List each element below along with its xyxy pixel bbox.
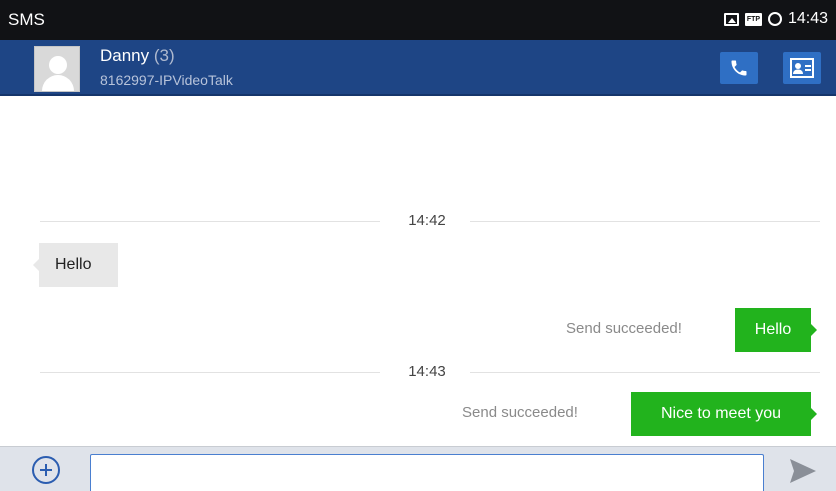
outgoing-message-row: Send succeeded! Nice to meet you — [0, 392, 836, 436]
compose-bar — [0, 446, 836, 491]
status-icons: FTP 14:43 — [723, 10, 828, 28]
send-icon — [790, 459, 816, 483]
separator-time: 14:42 — [408, 212, 446, 229]
message-input[interactable] — [90, 454, 764, 491]
incoming-message[interactable]: Hello — [33, 243, 118, 287]
contact-card-button[interactable] — [783, 52, 821, 84]
status-bar: SMS FTP 14:43 — [0, 0, 836, 40]
send-status: Send succeeded! — [462, 404, 578, 421]
separator-line — [40, 372, 380, 373]
contact-name: Danny — [100, 46, 150, 65]
phone-icon — [731, 60, 747, 76]
ftp-icon: FTP — [744, 12, 762, 26]
conversation-header: Danny (3) 8162997-IPVideoTalk — [0, 40, 836, 96]
app-name: SMS — [8, 10, 45, 29]
image-icon — [723, 12, 739, 26]
message-count: (3) — [153, 46, 175, 65]
separator-line — [470, 372, 820, 373]
avatar[interactable] — [34, 46, 80, 92]
avatar-head-icon — [49, 56, 67, 74]
avatar-body-icon — [42, 75, 74, 91]
contact-card-icon — [790, 58, 814, 78]
separator-time: 14:43 — [408, 363, 446, 380]
call-button[interactable] — [720, 52, 758, 84]
outgoing-message-row: Send succeeded! Hello — [0, 308, 836, 352]
add-attachment-button[interactable] — [32, 456, 60, 484]
time-separator: 14:42 — [0, 211, 836, 231]
outgoing-message[interactable]: Hello — [735, 308, 817, 352]
message-thread[interactable]: 14:42 Hello Send succeeded! Hello 14:43 … — [0, 98, 836, 446]
separator-line — [40, 221, 380, 222]
separator-line — [470, 221, 820, 222]
send-button[interactable] — [788, 457, 818, 485]
contact-number: 8162997-IPVideoTalk — [100, 72, 233, 88]
contact-name-line: Danny (3) — [100, 46, 175, 66]
send-status: Send succeeded! — [566, 320, 682, 337]
status-time: 14:43 — [787, 10, 828, 27]
sync-ring-icon — [767, 12, 782, 26]
outgoing-message[interactable]: Nice to meet you — [631, 392, 817, 436]
time-separator: 14:43 — [0, 362, 836, 382]
